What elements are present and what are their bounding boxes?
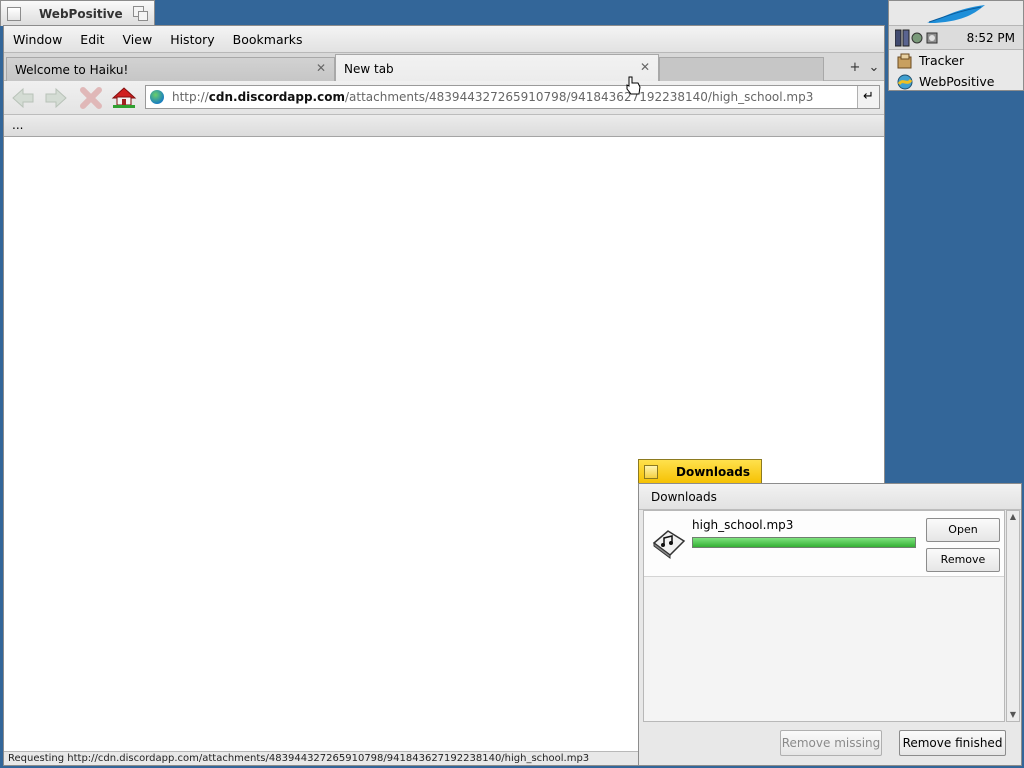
- scroll-down-icon[interactable]: ▼: [1007, 709, 1019, 721]
- system-tray: 8:52 PM: [889, 26, 1023, 50]
- tab-label: Welcome to Haiku!: [15, 62, 129, 77]
- go-button[interactable]: ↵: [857, 86, 879, 108]
- downloads-list: high_school.mp3 Open Remove: [643, 510, 1005, 722]
- hand-cursor-icon: [626, 76, 641, 95]
- browser-window-tab[interactable]: WebPositive: [0, 0, 155, 26]
- tab-close-icon[interactable]: ✕: [316, 61, 326, 75]
- downloads-close-button[interactable]: [644, 465, 658, 479]
- back-icon[interactable]: [10, 86, 36, 110]
- window-title: WebPositive: [39, 6, 123, 21]
- deskbar-menu[interactable]: [889, 1, 1023, 26]
- remove-finished-button[interactable]: Remove finished: [899, 730, 1006, 756]
- tab-bar-filler: [659, 57, 824, 81]
- status-text: Requesting http://cdn.discordapp.com/att…: [8, 753, 590, 764]
- tab-bar: Welcome to Haiku! ✕ New tab ✕ + ⌄: [4, 53, 884, 82]
- download-progress-fill: [693, 538, 915, 547]
- webpositive-icon: [897, 74, 913, 90]
- tab-label: New tab: [344, 61, 394, 76]
- deskbar-app-tracker[interactable]: Tracker: [889, 50, 1023, 71]
- downloads-scrollbar[interactable]: ▲ ▼: [1006, 510, 1020, 722]
- downloads-window-title: Downloads: [676, 465, 751, 479]
- url-path: /attachments/483944327265910798/94184362…: [344, 90, 814, 104]
- tab-new-tab[interactable]: New tab ✕: [335, 54, 659, 82]
- window-zoom-button[interactable]: [133, 6, 148, 21]
- remove-button[interactable]: Remove: [926, 548, 1000, 572]
- new-tab-button[interactable]: +: [846, 58, 864, 78]
- deskbar: 8:52 PM Tracker WebPositive: [888, 0, 1024, 91]
- downloads-menu[interactable]: Downloads: [639, 484, 1021, 510]
- downloads-window: Downloads high_school.mp3 Open Remove ▲ …: [638, 483, 1022, 766]
- menu-edit[interactable]: Edit: [71, 32, 113, 47]
- tab-close-icon[interactable]: ✕: [640, 60, 650, 74]
- menu-bookmarks[interactable]: Bookmarks: [224, 32, 312, 47]
- stop-icon[interactable]: [78, 86, 104, 110]
- download-filename: high_school.mp3: [692, 518, 794, 532]
- app-label: Tracker: [919, 53, 965, 68]
- tracker-icon: [897, 53, 912, 69]
- deskbar-app-webpositive[interactable]: WebPositive: [889, 71, 1023, 92]
- tray-icons[interactable]: [895, 29, 951, 47]
- app-label: WebPositive: [919, 74, 995, 89]
- bookmark-overflow-button[interactable]: ...: [12, 118, 23, 132]
- scroll-up-icon[interactable]: ▲: [1007, 511, 1019, 523]
- window-close-button[interactable]: [7, 6, 21, 21]
- open-button[interactable]: Open: [926, 518, 1000, 542]
- bookmark-bar: ...: [4, 115, 884, 137]
- home-icon[interactable]: [111, 86, 137, 110]
- forward-icon[interactable]: [43, 86, 69, 110]
- downloads-menu-label: Downloads: [651, 490, 717, 504]
- menu-view[interactable]: View: [114, 32, 162, 47]
- url-host: cdn.discordapp.com: [208, 90, 345, 104]
- leaf-icon: [927, 5, 985, 23]
- url-scheme: http://: [172, 90, 209, 104]
- url-text: http://cdn.discordapp.com/attachments/48…: [172, 90, 813, 104]
- remove-missing-button[interactable]: Remove missing: [780, 730, 882, 756]
- audio-file-icon: [652, 530, 686, 559]
- navigation-bar: http://cdn.discordapp.com/attachments/48…: [4, 81, 884, 115]
- tab-menu-button[interactable]: ⌄: [865, 58, 883, 78]
- download-item[interactable]: high_school.mp3 Open Remove: [644, 511, 1004, 577]
- url-field[interactable]: http://cdn.discordapp.com/attachments/48…: [145, 85, 880, 109]
- globe-icon: [150, 90, 164, 104]
- menu-history[interactable]: History: [161, 32, 223, 47]
- download-progress-bar: [692, 537, 916, 548]
- menu-bar: Window Edit View History Bookmarks: [4, 26, 884, 53]
- downloads-window-tab[interactable]: Downloads: [638, 459, 762, 484]
- menu-window[interactable]: Window: [4, 32, 71, 47]
- clock[interactable]: 8:52 PM: [967, 31, 1015, 45]
- tab-welcome[interactable]: Welcome to Haiku! ✕: [6, 57, 335, 81]
